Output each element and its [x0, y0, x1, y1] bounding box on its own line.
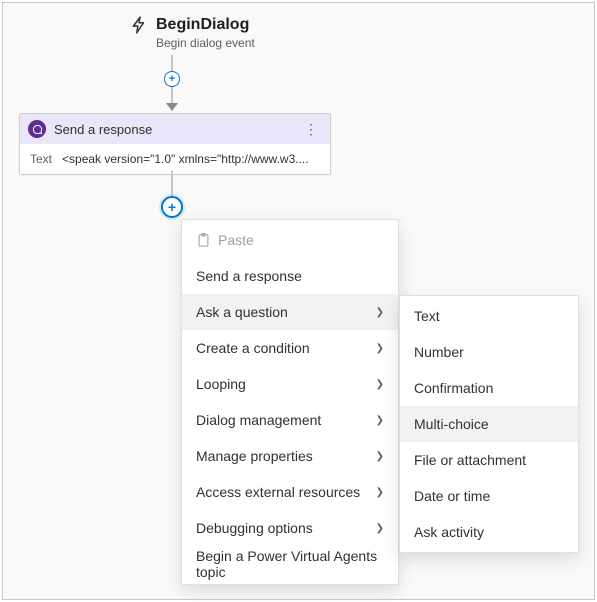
- lightning-icon: [130, 15, 148, 35]
- menu-item-label: Ask activity: [414, 524, 564, 540]
- menu-item-label: Dialog management: [196, 412, 368, 428]
- question-submenu: Text Number Confirmation Multi-choice Fi…: [399, 295, 579, 553]
- submenu-number[interactable]: Number: [400, 334, 578, 370]
- chevron-right-icon: ❯: [376, 307, 384, 318]
- chevron-right-icon: ❯: [376, 343, 384, 354]
- menu-item-label: Send a response: [196, 268, 384, 284]
- menu-debugging[interactable]: Debugging options ❯: [182, 510, 398, 546]
- menu-item-label: Text: [414, 308, 564, 324]
- more-icon[interactable]: ⋮: [300, 121, 322, 138]
- menu-item-label: Access external resources: [196, 484, 368, 500]
- trigger-title: BeginDialog: [156, 15, 255, 35]
- field-label: Text: [30, 152, 52, 166]
- chevron-right-icon: ❯: [376, 523, 384, 534]
- menu-item-label: Debugging options: [196, 520, 368, 536]
- add-node-button[interactable]: +: [164, 71, 180, 87]
- menu-create-condition[interactable]: Create a condition ❯: [182, 330, 398, 366]
- menu-ask-question[interactable]: Ask a question ❯: [182, 294, 398, 330]
- submenu-confirmation[interactable]: Confirmation: [400, 370, 578, 406]
- menu-send-response[interactable]: Send a response: [182, 258, 398, 294]
- menu-access-external[interactable]: Access external resources ❯: [182, 474, 398, 510]
- menu-paste: Paste: [182, 222, 398, 258]
- node-title: Send a response: [54, 122, 292, 137]
- submenu-file-attachment[interactable]: File or attachment: [400, 442, 578, 478]
- trigger-subtitle: Begin dialog event: [156, 35, 255, 51]
- trigger-node[interactable]: BeginDialog Begin dialog event: [130, 15, 255, 51]
- trigger-text: BeginDialog Begin dialog event: [156, 15, 255, 51]
- action-menu: Paste Send a response Ask a question ❯ C…: [181, 219, 399, 585]
- menu-item-label: Create a condition: [196, 340, 368, 356]
- node-body: Text <speak version="1.0" xmlns="http://…: [20, 144, 330, 174]
- menu-dialog-management[interactable]: Dialog management ❯: [182, 402, 398, 438]
- node-header: Send a response ⋮: [20, 114, 330, 144]
- menu-item-label: Date or time: [414, 488, 564, 504]
- submenu-text[interactable]: Text: [400, 298, 578, 334]
- chat-icon: [28, 120, 46, 138]
- submenu-ask-activity[interactable]: Ask activity: [400, 514, 578, 550]
- arrow-down-icon: [166, 103, 178, 111]
- menu-looping[interactable]: Looping ❯: [182, 366, 398, 402]
- send-response-node[interactable]: Send a response ⋮ Text <speak version="1…: [19, 113, 331, 175]
- chevron-right-icon: ❯: [376, 415, 384, 426]
- menu-begin-pva-topic[interactable]: Begin a Power Virtual Agents topic: [182, 546, 398, 582]
- menu-item-label: Multi-choice: [414, 416, 564, 432]
- menu-item-label: Begin a Power Virtual Agents topic: [196, 548, 384, 580]
- menu-item-label: Looping: [196, 376, 368, 392]
- add-node-button-active[interactable]: +: [161, 196, 183, 218]
- menu-item-label: Confirmation: [414, 380, 564, 396]
- submenu-multi-choice[interactable]: Multi-choice: [400, 406, 578, 442]
- connector-line: [171, 171, 173, 199]
- menu-item-label: Paste: [218, 232, 384, 248]
- chevron-right-icon: ❯: [376, 487, 384, 498]
- chevron-right-icon: ❯: [376, 451, 384, 462]
- paste-icon: [196, 233, 210, 247]
- menu-item-label: Manage properties: [196, 448, 368, 464]
- dialog-canvas: BeginDialog Begin dialog event + Send a …: [2, 2, 595, 600]
- menu-item-label: Number: [414, 344, 564, 360]
- field-value: <speak version="1.0" xmlns="http://www.w…: [62, 152, 320, 166]
- menu-item-label: File or attachment: [414, 452, 564, 468]
- menu-manage-properties[interactable]: Manage properties ❯: [182, 438, 398, 474]
- chevron-right-icon: ❯: [376, 379, 384, 390]
- menu-item-label: Ask a question: [196, 304, 368, 320]
- submenu-date-time[interactable]: Date or time: [400, 478, 578, 514]
